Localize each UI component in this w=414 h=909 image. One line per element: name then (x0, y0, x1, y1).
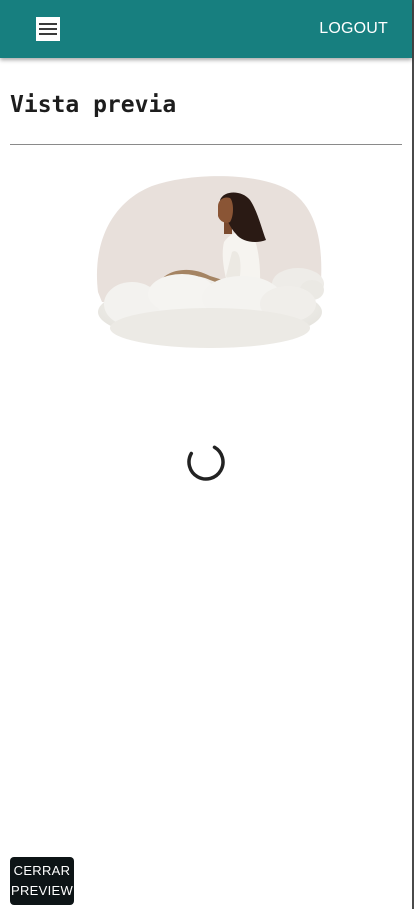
page-title: Vista previa (10, 92, 177, 118)
title-divider (10, 144, 402, 145)
menu-button[interactable] (36, 17, 60, 41)
hamburger-menu-icon (36, 17, 60, 41)
app-page: LOGOUT Vista previa CERRAR PREVIEW (0, 0, 414, 909)
close-preview-label-line1: CERRAR (13, 863, 71, 878)
woman-on-cloud-illustration (96, 176, 324, 348)
app-bar: LOGOUT (0, 0, 412, 58)
close-preview-button[interactable]: CERRAR PREVIEW (10, 857, 74, 905)
loading-spinner-icon (187, 443, 225, 481)
close-preview-label-line2: PREVIEW (10, 883, 74, 898)
logout-button[interactable]: LOGOUT (319, 18, 388, 40)
